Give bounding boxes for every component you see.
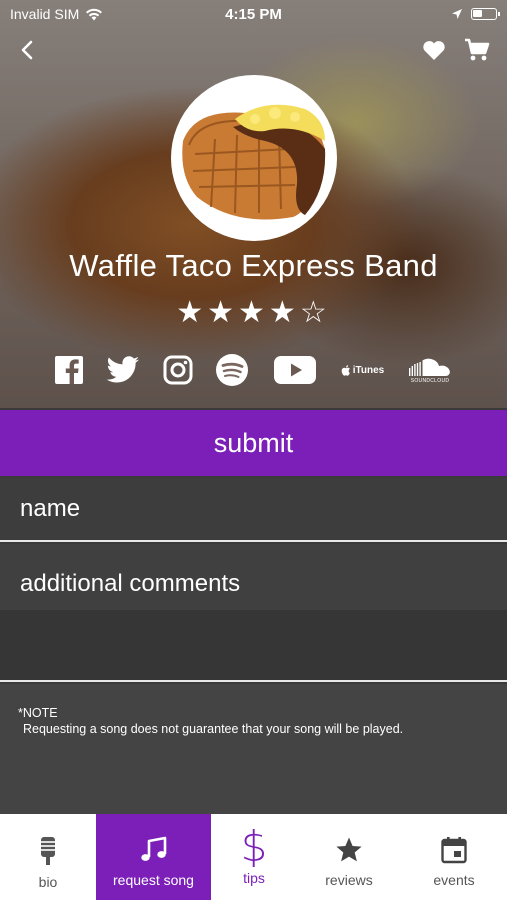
star-rating: ★★★★☆ [176, 295, 331, 330]
clock: 4:15 PM [225, 5, 282, 23]
heart-icon[interactable] [420, 36, 448, 64]
name-placeholder: name [20, 495, 81, 522]
youtube-icon[interactable] [272, 350, 318, 390]
music-note-icon [140, 836, 166, 861]
back-chevron-icon[interactable] [14, 36, 42, 64]
spotify-icon[interactable] [214, 350, 250, 390]
itunes-label: iTunes [352, 364, 385, 376]
twitter-icon[interactable] [105, 350, 141, 390]
submit-button[interactable]: submit [0, 410, 507, 476]
microphone-icon [41, 837, 55, 865]
instagram-icon[interactable] [162, 350, 194, 390]
band-avatar [171, 75, 337, 241]
tab-reviews[interactable]: reviews [297, 814, 401, 900]
tab-reviews-label: reviews [325, 872, 373, 888]
status-bar: Invalid SIM 4:15 PM [0, 0, 507, 28]
name-field[interactable]: name [0, 478, 507, 542]
note-section: *NOTE Requesting a song does not guarant… [0, 684, 507, 814]
note-title: *NOTE [18, 706, 58, 720]
dollar-icon: $ [240, 822, 268, 871]
tab-request-song-label: request song [113, 872, 194, 888]
tab-tips[interactable]: $ tips [211, 814, 297, 900]
social-links: iTunes SOUNDCLOUD [0, 350, 507, 390]
waffle-taco-image [175, 79, 333, 237]
battery-icon [471, 8, 500, 20]
itunes-icon[interactable]: iTunes [336, 350, 388, 390]
cart-icon[interactable] [462, 36, 492, 64]
comments-field-body[interactable] [0, 610, 507, 680]
facebook-icon[interactable] [53, 350, 85, 390]
tab-tips-label: tips [243, 870, 265, 886]
tab-events-label: events [433, 872, 475, 888]
note-body: Requesting a song does not guarantee tha… [23, 722, 404, 736]
comments-placeholder: additional comments [20, 570, 241, 597]
hero-banner: Invalid SIM 4:15 PM Waffle Taco Express … [0, 0, 507, 408]
comments-field[interactable]: additional comments [0, 544, 507, 682]
tab-bar: bio request song $ tips reviews events [0, 814, 507, 900]
tab-bio-label: bio [38, 874, 58, 890]
star-icon [336, 837, 362, 862]
soundcloud-icon[interactable]: SOUNDCLOUD [406, 350, 454, 390]
soundcloud-label: SOUNDCLOUD [410, 377, 450, 384]
band-name: Waffle Taco Express Band [69, 248, 438, 283]
tab-events[interactable]: events [401, 814, 507, 900]
calendar-icon [441, 837, 467, 864]
tab-bio[interactable]: bio [0, 814, 96, 900]
tab-request-song[interactable]: request song [96, 814, 211, 900]
